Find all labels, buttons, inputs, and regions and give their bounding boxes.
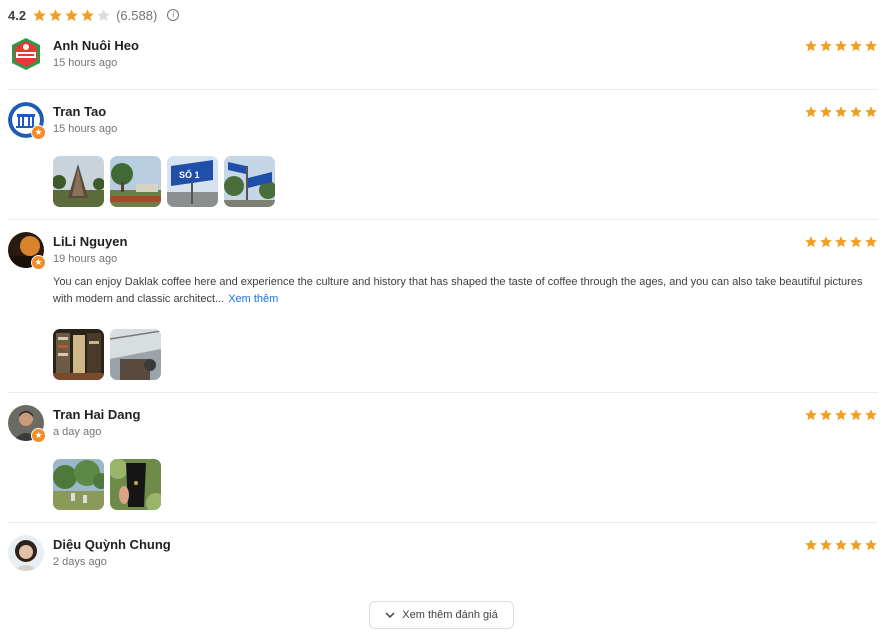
coffee-farm-photo[interactable] [53,459,104,510]
bookshelf-photo[interactable] [53,329,104,380]
interior-ceiling-photo[interactable] [110,329,161,380]
load-more-label: Xem thêm đánh giá [402,609,498,621]
review-photos: SỐ 1 [53,156,275,207]
star-icon [805,236,817,248]
star-icon [805,409,817,421]
review-item: ★ Tran Hai Dang a day ago [8,405,878,511]
star-icon [33,8,46,21]
review-time: 2 days ago [53,556,107,568]
star-icon [850,106,862,118]
review-photos [53,329,161,380]
read-more-link[interactable]: Xem thêm [228,293,278,305]
review-stars [804,105,878,119]
star-icon [820,409,832,421]
star-icon [835,409,847,421]
average-score: 4.2 [8,7,27,23]
star-icon [850,236,862,248]
star-icon [820,40,832,52]
reviewer-name[interactable]: Diệu Quỳnh Chung [53,537,171,552]
review-stars [804,235,878,249]
star-icon [805,40,817,52]
chevron-down-icon [385,612,395,619]
review-item: Diệu Quỳnh Chung 2 days ago [8,535,878,575]
star-icon [865,409,877,421]
star-icon [835,106,847,118]
star-icon [805,106,817,118]
star-icon [850,409,862,421]
star-icon [49,8,62,21]
review-time: 19 hours ago [53,253,118,265]
star-icon [865,236,877,248]
street-sign-trees-photo[interactable] [224,156,275,207]
star-icon [865,539,877,551]
divider [8,89,878,90]
info-icon[interactable]: i [167,9,180,21]
star-icon [865,40,877,52]
star-icon [850,539,862,551]
average-stars [32,8,111,23]
review-stars [804,408,878,422]
star-icon [820,236,832,248]
divider [8,392,878,393]
review-count: (6.588) [116,7,158,23]
review-item: Anh Nuôi Heo 15 hours ago [8,36,878,76]
star-icon [865,106,877,118]
local-guide-star-icon: ★ [31,428,46,443]
divider [8,219,878,220]
review-stars [804,39,878,53]
star-icon [850,40,862,52]
reviewer-name[interactable]: Tran Tao [53,104,106,119]
star-icon [805,539,817,551]
review-time: 15 hours ago [53,123,118,135]
reviewer-name[interactable]: Anh Nuôi Heo [53,38,139,53]
reviewer-name[interactable]: Tran Hai Dang [53,407,140,422]
coffee-cup-photo[interactable] [110,459,161,510]
star-icon [835,236,847,248]
local-guide-star-icon: ★ [31,255,46,270]
star-icon [835,40,847,52]
local-guide-star-icon: ★ [31,125,46,140]
street-sign-photo[interactable]: SỐ 1 [167,156,218,207]
shop-logo-avatar[interactable] [8,36,44,72]
star-icon [835,539,847,551]
review-item: ★ LiLi Nguyen 19 hours ago You can enjoy… [8,232,878,382]
star-icon [820,539,832,551]
review-stars [804,538,878,552]
pine-garden-photo[interactable] [110,156,161,207]
star-empty-icon [97,8,110,21]
cone-monument-photo[interactable] [53,156,104,207]
review-text: You can enjoy Daklak coffee here and exp… [53,274,868,308]
svg-text:SỐ 1: SỐ 1 [179,169,200,180]
star-icon [81,8,94,21]
rating-summary: 4.2 (6.588) i [8,6,180,24]
review-item: ★ Tran Tao 15 hours ago SỐ 1 [8,102,878,208]
load-more-reviews-button[interactable]: Xem thêm đánh giá [369,601,514,629]
reviewer-name[interactable]: LiLi Nguyen [53,234,127,249]
review-time: 15 hours ago [53,57,118,69]
review-body: You can enjoy Daklak coffee here and exp… [53,276,863,305]
review-time: a day ago [53,426,102,438]
star-icon [820,106,832,118]
divider [8,522,878,523]
star-icon [65,8,78,21]
woman-avatar[interactable] [8,535,44,571]
review-photos [53,459,161,510]
